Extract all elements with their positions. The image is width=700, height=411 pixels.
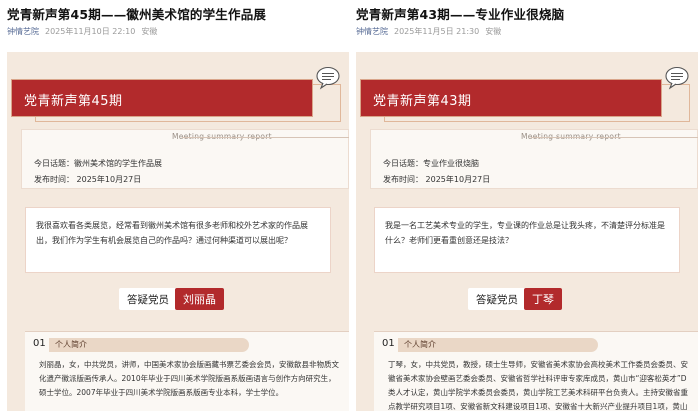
question-text: 我很喜欢看各类展览，经常看到徽州美术馆有很多老师和校外艺术家的作品展出，我们作为… (36, 221, 308, 245)
article-meta: 钟情艺院 2025年11月5日 21:30 安徽 (356, 26, 501, 37)
article-title[interactable]: 党青新声第45期——徽州美术馆的学生作品展 (7, 4, 266, 23)
chat-bubble-icon (665, 66, 689, 90)
article-card: 党青新声第45期 Meeting summary report 今日话题：徽州美… (7, 52, 349, 411)
profile-tag-label: 个人简介 (55, 340, 87, 349)
profile-section: 01 个人简介 丁琴，女，中共党员，教授，硕士生导师，安徽省美术家协会高校美术工… (374, 331, 698, 411)
profile-text: 刘丽晶，女，中共党员，讲师，中国美术家协会版画藏书票艺委会会员，安徽歙县非物质文… (39, 360, 339, 397)
banner-title: 党青新声第45期 (24, 94, 123, 109)
profile-section: 01 个人简介 刘丽晶，女，中共党员，讲师，中国美术家协会版画藏书票艺委会会员，… (25, 331, 349, 411)
article-title[interactable]: 党青新声第43期——专业作业很烧脑 (356, 4, 564, 23)
question-text: 我是一名工艺美术专业的学生，专业课的作业总是让我头疼，不清楚评分标准是什么？老师… (385, 221, 665, 245)
topic-text: 今日话题：徽州美术馆的学生作品展 (34, 159, 162, 168)
publish-datetime: 2025年11月10日 22:10 (45, 27, 136, 36)
question-box: 我很喜欢看各类展览，经常看到徽州美术馆有很多老师和校外艺术家的作品展出，我们作为… (25, 207, 331, 273)
article-right[interactable]: 党青新声第43期——专业作业很烧脑 钟情艺院 2025年11月5日 21:30 安徽… (356, 0, 698, 411)
summary-box: Meeting summary report 今日话题：专业作业很烧脑 发布时间… (370, 129, 698, 189)
divider (531, 137, 698, 138)
banner-title: 党青新声第43期 (373, 94, 472, 109)
pub-time-text: 发布时间： 2025年10月27日 (34, 175, 142, 184)
chat-bubble-icon (316, 66, 340, 90)
account-link[interactable]: 钟情艺院 (7, 27, 39, 36)
location: 安徽 (485, 27, 502, 36)
answer-name-badge: 刘丽晶 (175, 288, 224, 310)
summary-box: Meeting summary report 今日话题：徽州美术馆的学生作品展 … (21, 129, 349, 189)
answer-label: 答疑党员 (476, 294, 518, 306)
profile-text: 丁琴，女，中共党员，教授，硕士生导师，安徽省美术家协会高校美术工作委员会委员、安… (388, 360, 688, 411)
issue-banner: 党青新声第43期 (360, 79, 662, 117)
divider (182, 137, 349, 138)
profile-number: 01 (382, 338, 395, 349)
answer-label: 答疑党员 (127, 294, 169, 306)
issue-banner: 党青新声第45期 (11, 79, 313, 117)
location: 安徽 (141, 27, 158, 36)
question-box: 我是一名工艺美术专业的学生，专业课的作业总是让我头疼，不清楚评分标准是什么？老师… (374, 207, 680, 273)
profile-number: 01 (33, 338, 46, 349)
topic-text: 今日话题：专业作业很烧脑 (383, 159, 479, 168)
article-meta: 钟情艺院 2025年11月10日 22:10 安徽 (7, 26, 157, 37)
profile-tag: 个人简介 (398, 338, 598, 352)
publish-datetime: 2025年11月5日 21:30 (394, 27, 480, 36)
profile-tag-label: 个人简介 (404, 340, 436, 349)
profile-tag: 个人简介 (49, 338, 249, 352)
pub-time-text: 发布时间： 2025年10月27日 (383, 175, 491, 184)
answer-name-badge: 丁琴 (524, 288, 562, 310)
account-link[interactable]: 钟情艺院 (356, 27, 388, 36)
article-card: 党青新声第43期 Meeting summary report 今日话题：专业作… (356, 52, 698, 411)
article-left[interactable]: 党青新声第45期——徽州美术馆的学生作品展 钟情艺院 2025年11月10日 22… (7, 0, 349, 411)
